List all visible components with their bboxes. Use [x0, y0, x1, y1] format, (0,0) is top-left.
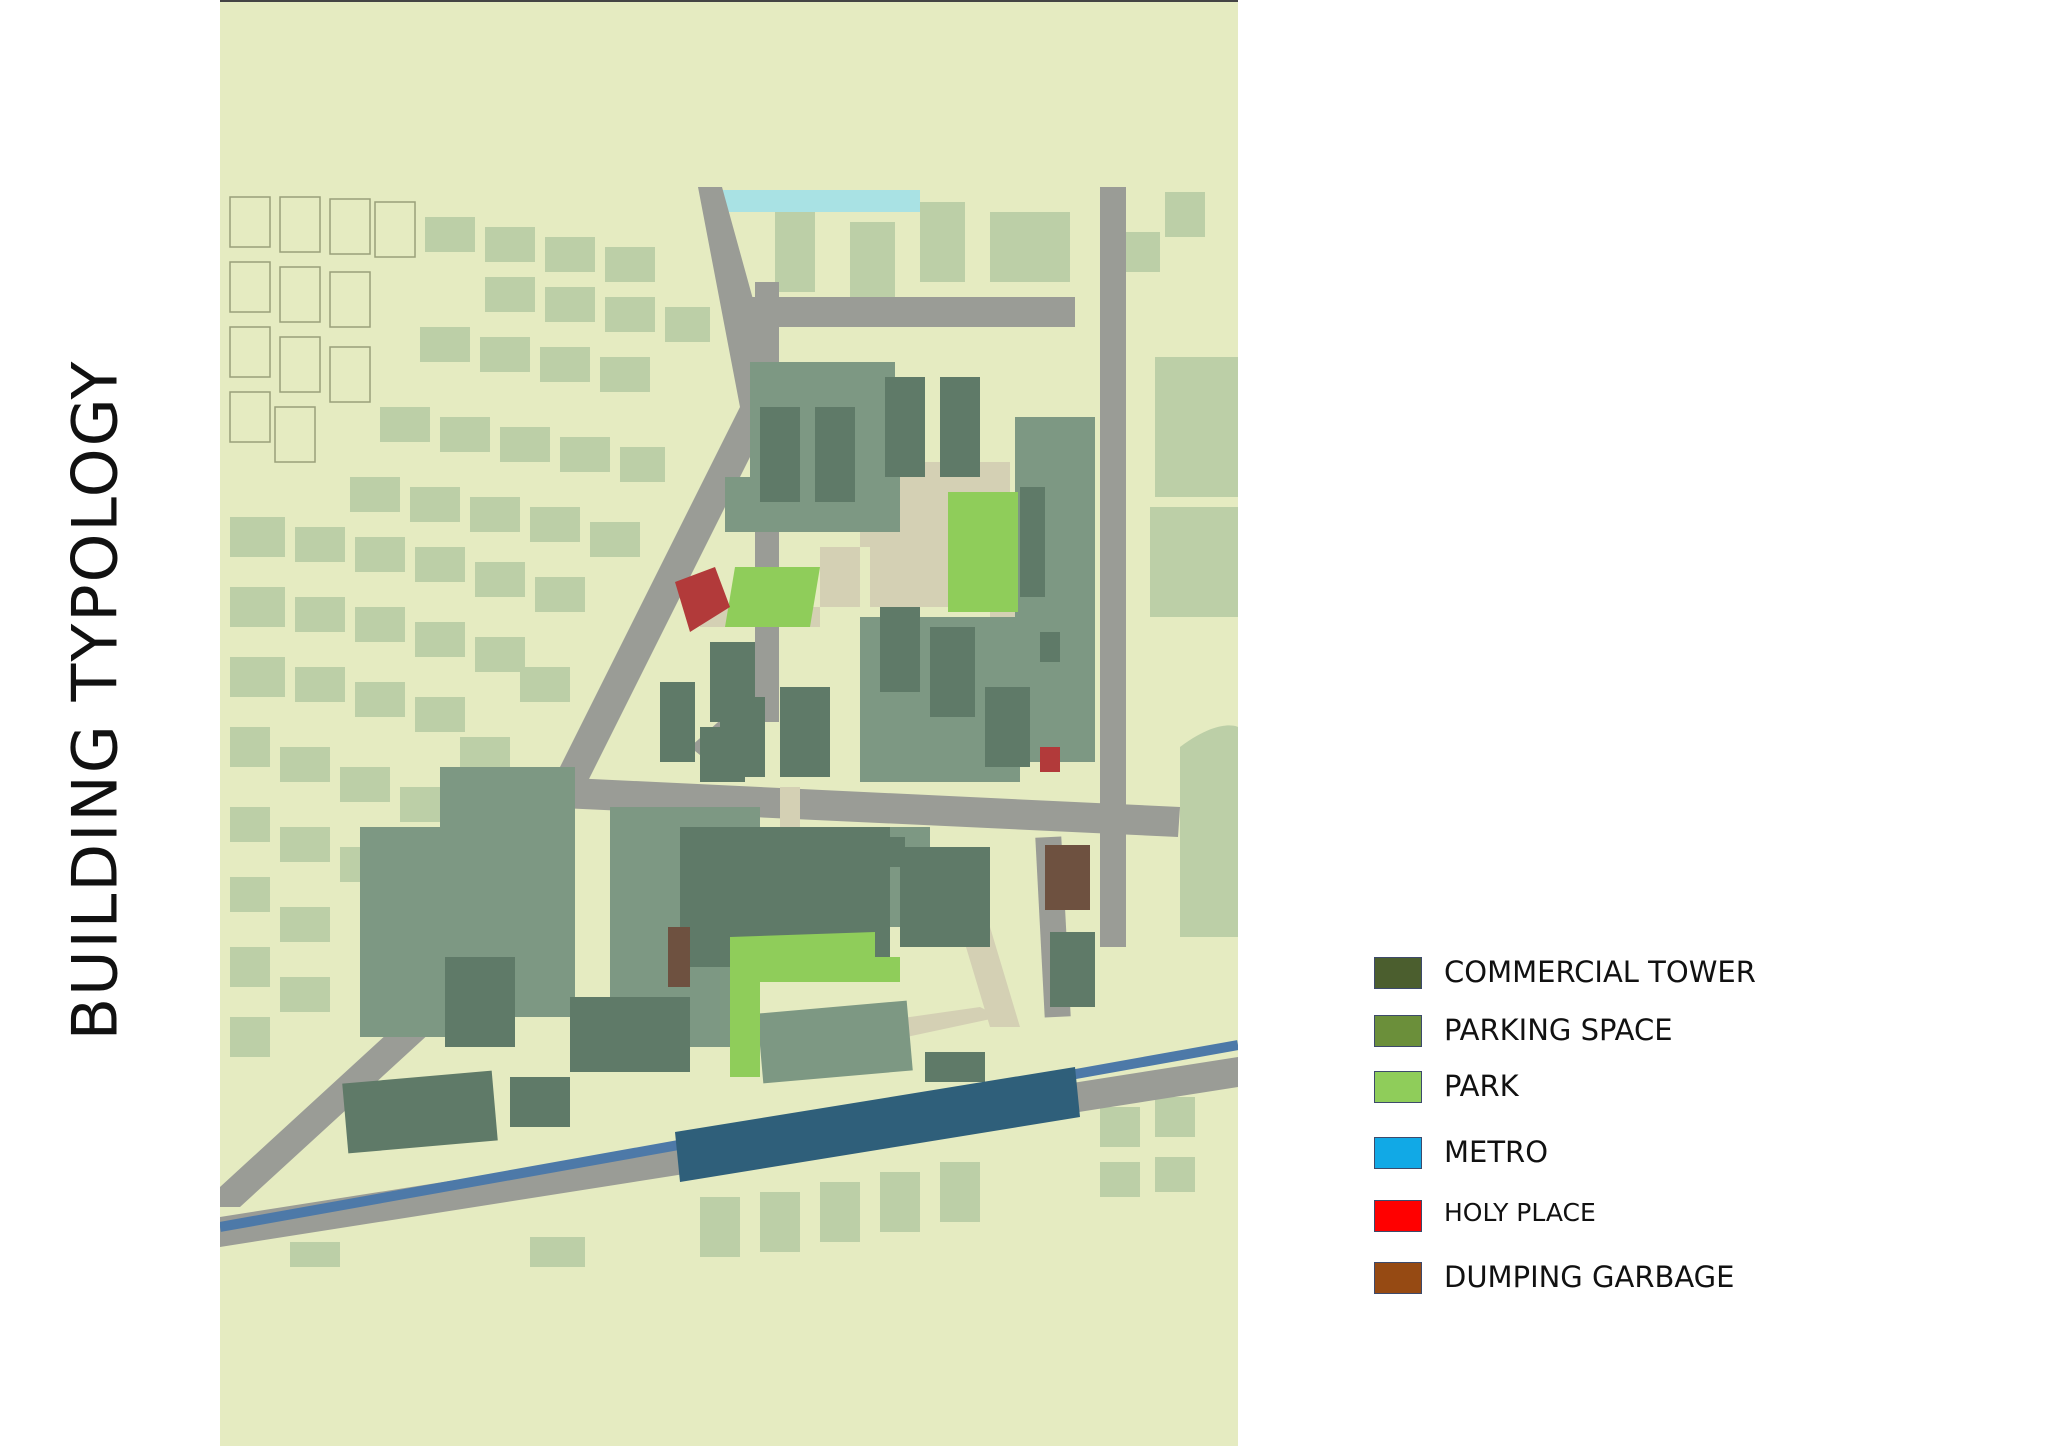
legend-label: COMMERCIAL TOWER [1444, 955, 1756, 989]
legend-item-metro: METRO [1374, 1135, 1974, 1175]
park-swatch-icon [1374, 1071, 1422, 1103]
dumping-garbage-swatch-icon [1374, 1262, 1422, 1294]
legend-item-holy-place: HOLY PLACE [1374, 1198, 1974, 1238]
legend-item-park: PARK [1374, 1069, 1974, 1109]
legend-label: PARKING SPACE [1444, 1013, 1673, 1047]
legend-item-commercial-tower: COMMERCIAL TOWER [1374, 955, 1974, 995]
commercial-tower-swatch-icon [1374, 957, 1422, 989]
legend-item-parking-space: PARKING SPACE [1374, 1013, 1974, 1053]
legend-label: PARK [1444, 1069, 1519, 1103]
holy-place-swatch-icon [1374, 1200, 1422, 1232]
site-map-panel [220, 0, 1238, 1446]
top-divider [220, 0, 1238, 2]
page-title: BUILDING TYPOLOGY [58, 359, 132, 1041]
metro-swatch-icon [1374, 1137, 1422, 1169]
water-feature [720, 190, 920, 212]
legend-label: METRO [1444, 1135, 1549, 1169]
parking-space-swatch-icon [1374, 1015, 1422, 1047]
title-area: BUILDING TYPOLOGY [0, 0, 200, 1446]
legend-label: DUMPING GARBAGE [1444, 1260, 1735, 1294]
site-map [220, 187, 1238, 1267]
legend-label: HOLY PLACE [1444, 1198, 1596, 1227]
legend-item-dumping-garbage: DUMPING GARBAGE [1374, 1260, 1974, 1300]
metro-station [675, 1067, 1080, 1182]
